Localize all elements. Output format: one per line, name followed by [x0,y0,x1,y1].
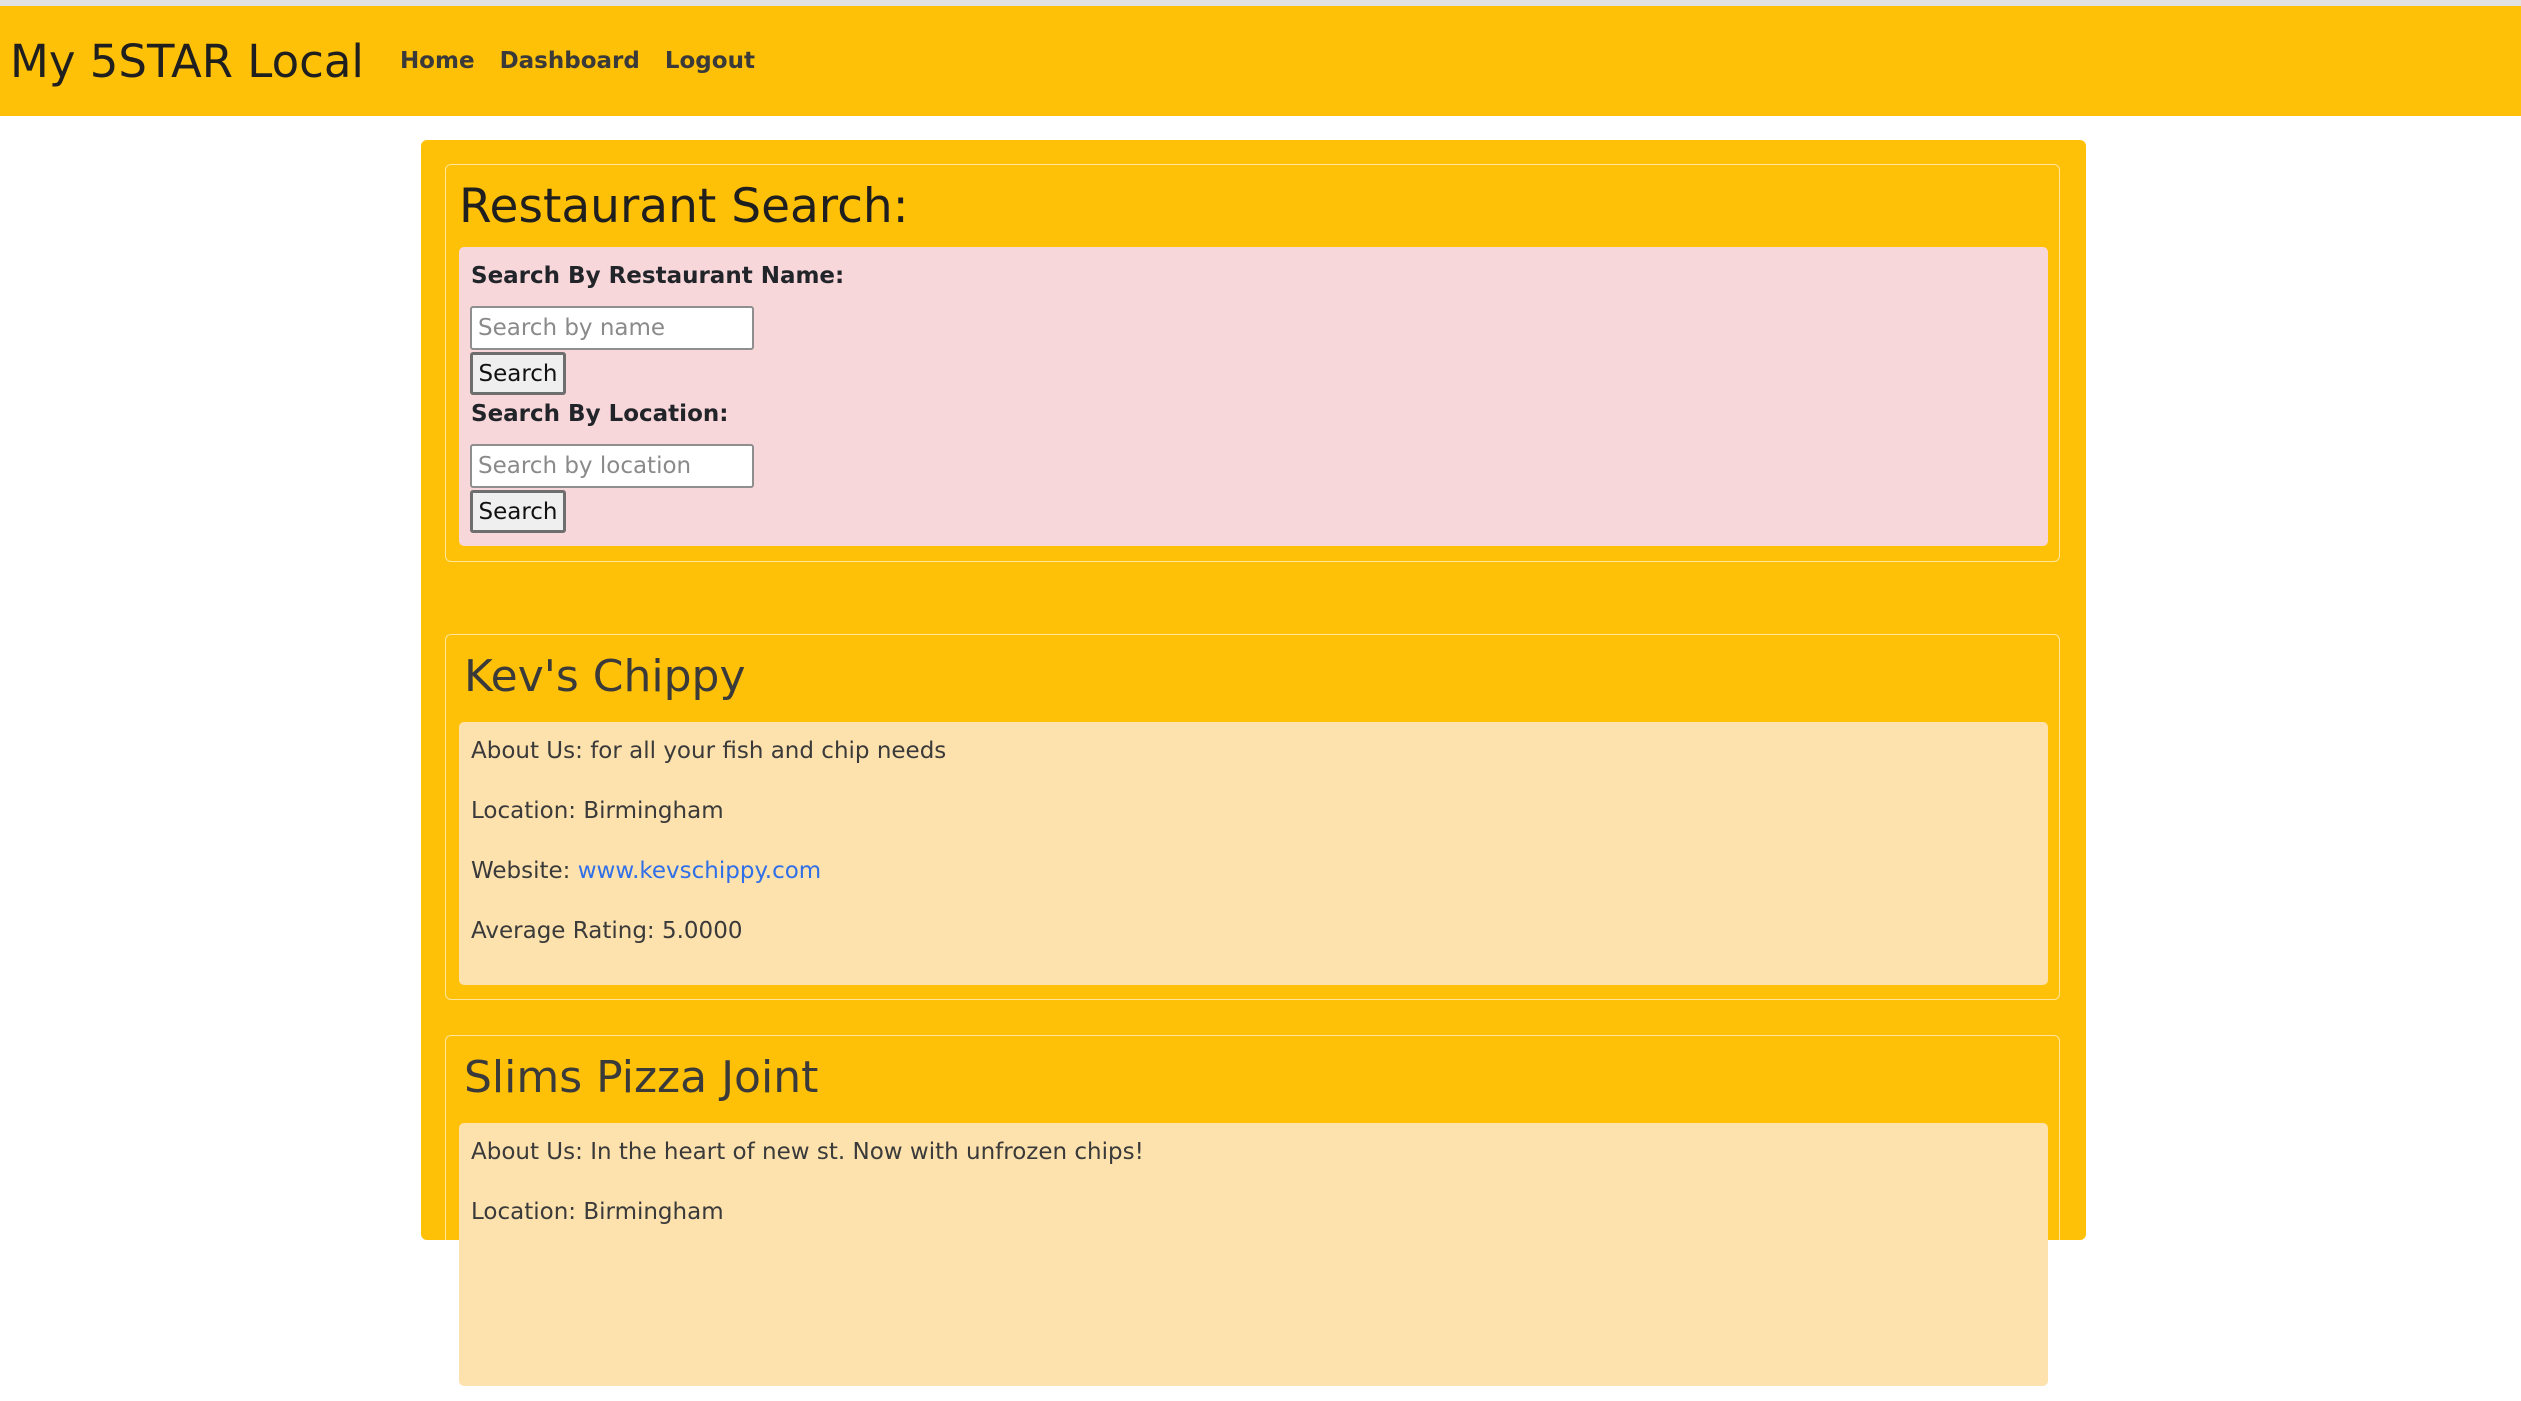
restaurant-name: Slims Pizza Joint [464,1052,819,1103]
main-container: Restaurant Search: Search By Restaurant … [421,140,2086,1401]
restaurant-name: Kev's Chippy [464,651,746,702]
restaurant-location: Location: Birmingham [471,1199,724,1225]
restaurant-card: Kev's Chippy About Us: for all your fish… [445,634,2060,1000]
location-search-button[interactable]: Search [470,490,566,533]
restaurant-rating: Average Rating: 5.0000 [471,918,743,944]
restaurant-about: About Us: In the heart of new st. Now wi… [471,1139,1144,1165]
search-title: Restaurant Search: [459,179,909,234]
search-card: Restaurant Search: Search By Restaurant … [445,164,2060,562]
name-search-input[interactable] [470,306,754,350]
location-search-label: Search By Location: [471,401,729,427]
location-search-input[interactable] [470,444,754,488]
nav-link-logout[interactable]: Logout [665,48,755,74]
restaurant-details: About Us: for all your fish and chip nee… [459,722,2048,985]
restaurant-website-link[interactable]: www.kevschippy.com [578,858,821,884]
name-search-label: Search By Restaurant Name: [471,263,845,289]
restaurant-website: Website: www.kevschippy.com [471,858,822,884]
brand-title[interactable]: My 5STAR Local [10,35,364,88]
restaurant-card: Slims Pizza Joint About Us: In the heart… [445,1035,2060,1401]
search-panel: Search By Restaurant Name: Search Search… [459,247,2048,546]
restaurant-about: About Us: for all your fish and chip nee… [471,738,947,764]
nav-link-dashboard[interactable]: Dashboard [500,48,640,74]
nav-link-home[interactable]: Home [400,48,475,74]
restaurant-details: About Us: In the heart of new st. Now wi… [459,1123,2048,1386]
name-search-button[interactable]: Search [470,352,566,395]
top-navbar: My 5STAR Local Home Dashboard Logout [0,6,2521,116]
restaurant-location: Location: Birmingham [471,798,724,824]
